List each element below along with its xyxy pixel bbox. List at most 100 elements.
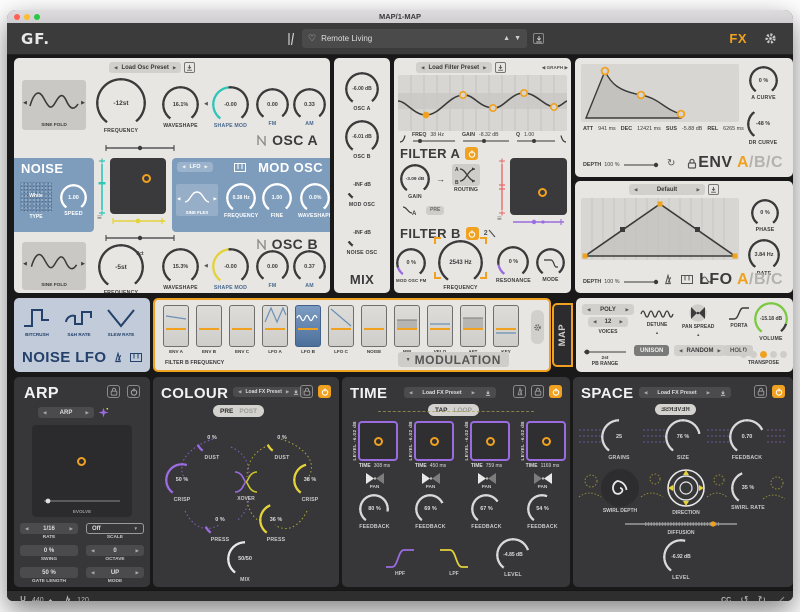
space-feedback-knob[interactable]: 0.70 FEEDBACK (729, 419, 765, 462)
mod-slot-env-b[interactable]: ENV B (196, 305, 222, 354)
shelf-low-icon[interactable] (399, 134, 408, 143)
preset-save-icon[interactable] (533, 33, 544, 44)
next-arrow-icon[interactable]: ▶ (204, 164, 207, 170)
colour-mix-knob[interactable]: 50/50 MIX (227, 541, 263, 584)
minimize-window-icon[interactable] (24, 14, 30, 20)
shelf-high-icon[interactable] (558, 134, 567, 143)
mod-slot-key[interactable]: KEY (493, 305, 519, 354)
evolve-slider[interactable] (42, 497, 122, 505)
osc-a-shape-mod-knob[interactable]: -0.00 SHAPE MOD (212, 86, 249, 130)
filter-b-mod-osc-fm-knob[interactable]: 0 % MOD OSC FM (396, 248, 427, 284)
slew-rate-control[interactable]: SLEW RATE (106, 306, 136, 337)
next-arrow-icon[interactable]: ▶ (697, 187, 700, 193)
xy-pad-cursor[interactable] (142, 174, 151, 183)
osc-pad-x-slider[interactable] (110, 216, 168, 226)
prev-arrow-icon[interactable]: ◀ (114, 65, 117, 71)
filter-a-gain-slider[interactable]: GAIN-8.32 dB (462, 132, 510, 144)
env-tabs-bc[interactable]: /B/C (749, 154, 783, 171)
cc-mode-button[interactable]: CC (721, 597, 731, 601)
lfo-graph[interactable] (581, 198, 739, 260)
poly-mode-selector[interactable]: ◀POLY▶ (582, 304, 634, 315)
osc-b-fm-knob[interactable]: 0.00 FM (256, 250, 289, 290)
wave-prev-icon[interactable]: ◀ (23, 100, 27, 106)
next-arrow-icon[interactable]: ▶ (483, 65, 486, 71)
osc-b-shape-mod-knob[interactable]: -0.00 SHAPE MOD (212, 248, 249, 292)
osc-a-am-knob[interactable]: 0.33 AM (293, 88, 326, 128)
filter-a-power-button[interactable] (465, 147, 478, 160)
prev-arrow-icon[interactable]: ◀ (25, 526, 28, 532)
arp-preset-selector[interactable]: ◀ARP▶ (38, 407, 94, 418)
lfo-preset-save-icon[interactable] (708, 184, 719, 195)
transpose-dot[interactable] (780, 351, 787, 358)
prev-arrow-icon[interactable]: ◀ (91, 570, 94, 576)
colour-right-press-knob[interactable]: 36 % PRESS (259, 503, 293, 544)
zoom-window-icon[interactable] (34, 14, 40, 20)
xy-pad-cursor[interactable] (538, 188, 547, 197)
noise-lfo-keytrack-piano-icon[interactable] (130, 353, 142, 362)
tap-level-readout[interactable]: LEVEL -6.02 dB (352, 421, 357, 460)
colour-left-crisp-knob[interactable]: 50 % CRISP (165, 463, 199, 504)
swirl-rate-knob[interactable]: 35 % SWIRL RATE (731, 471, 765, 512)
detune-marker-icon[interactable]: ▲ (655, 330, 659, 335)
xy-pad-cursor[interactable] (486, 437, 495, 446)
filter-b-resonance-knob[interactable]: 0 % RESONANCE (496, 246, 531, 285)
env-graph[interactable] (581, 64, 739, 122)
drag-handle-icon[interactable]: ≡ (497, 215, 502, 223)
prev-arrow-icon[interactable]: ◀ (43, 410, 46, 416)
random-selector[interactable]: ◀RANDOM▶ (674, 345, 726, 356)
bitcrush-control[interactable]: BITCRUSH (22, 306, 52, 337)
mod-osc-waveshape-knob[interactable]: 0.0% WAVESHAPE (298, 183, 330, 220)
time-preset-selector[interactable]: ◀Load FX Preset▶ (404, 387, 496, 398)
lfo-tabs-bc[interactable]: /B/C (749, 271, 783, 288)
filter-b-frequency-knob[interactable]: 2543 Hz FREQUENCY (438, 240, 483, 292)
lfo-sync-metronome-icon[interactable] (663, 274, 673, 285)
lfo-phase-knob[interactable]: 0 % PHASE (751, 199, 779, 234)
next-arrow-icon[interactable]: ▶ (626, 307, 629, 313)
xy-pad-cursor[interactable] (374, 437, 383, 446)
att-value[interactable]: 941 ms (598, 126, 616, 132)
tap-time-value[interactable]: 759 ms (486, 463, 502, 469)
lfo-depth-slider[interactable]: DEPTH 100 % (583, 278, 659, 286)
pan-spread-control[interactable]: PAN SPREAD ▲ (682, 304, 714, 337)
tap-xy-pad[interactable] (470, 421, 510, 461)
tap-feedback-knob[interactable]: 69 % FEEDBACK (415, 494, 445, 531)
mod-osc-frequency-knob[interactable]: 0.38 Hz FREQUENCY (224, 183, 258, 220)
next-arrow-icon[interactable]: ▶ (717, 348, 720, 354)
space-power-button[interactable] (772, 385, 785, 398)
filter-b-mode-knob[interactable]: MODE (536, 248, 565, 284)
space-grains-knob[interactable]: 25 GRAINS (601, 419, 637, 462)
volume-knob[interactable]: -15.18 dB VOLUME (754, 302, 788, 343)
time-power-button[interactable] (549, 385, 562, 398)
filter-pad-x-slider[interactable] (510, 217, 567, 227)
time-tap-loop-toggle[interactable]: TAP LOOP (428, 404, 479, 416)
routing-icon[interactable]: A B (452, 164, 480, 186)
colour-right-crisp-knob[interactable]: 38 % CRISP (293, 463, 327, 504)
mix-mod-osc-knob[interactable]: -INF dB MOD OSC (345, 168, 379, 209)
wave-prev-icon[interactable]: ◀ (177, 196, 180, 202)
resize-grip-icon[interactable] (775, 596, 785, 602)
osc-a-waveshape-knob[interactable]: 16.1% WAVESHAPE (162, 86, 199, 130)
filter-a-freq-slider[interactable]: FREQ38 Hz (412, 132, 456, 144)
osc-b-waveshape-knob[interactable]: 15.3% WAVESHAPE (162, 248, 199, 292)
redo-icon[interactable]: ↻ (758, 595, 766, 601)
map-tab[interactable]: MAP (552, 303, 573, 367)
filter-pre-toggle[interactable]: PRE (426, 206, 444, 215)
xy-pad-cursor[interactable] (542, 437, 551, 446)
next-arrow-icon[interactable]: ▶ (136, 570, 139, 576)
noise-type-display[interactable]: White (20, 182, 52, 212)
bank-icon[interactable] (287, 32, 296, 46)
mod-slot-aft[interactable]: AFT (460, 305, 486, 354)
prev-arrow-icon[interactable]: ◀ (644, 390, 647, 396)
routing-control[interactable]: A B ROUTING (452, 164, 480, 193)
osc-b-frequency-knob[interactable]: -5st FREQUENCY (98, 244, 144, 293)
filter-b-power-button[interactable] (466, 227, 479, 240)
lfo-tab-a[interactable]: A (737, 271, 749, 288)
save-icon[interactable] (720, 390, 726, 396)
osc-a-frequency-knob[interactable]: -12st FREQUENCY (96, 78, 146, 135)
save-icon[interactable] (485, 390, 491, 396)
lpf-control[interactable]: LPF (438, 547, 470, 577)
osc-pad-y-slider[interactable] (97, 158, 107, 216)
swirl-depth-control[interactable]: SWIRL DEPTH (601, 469, 639, 514)
mod-slot-mw[interactable]: MW (394, 305, 420, 354)
arp-power-button[interactable] (127, 385, 140, 398)
